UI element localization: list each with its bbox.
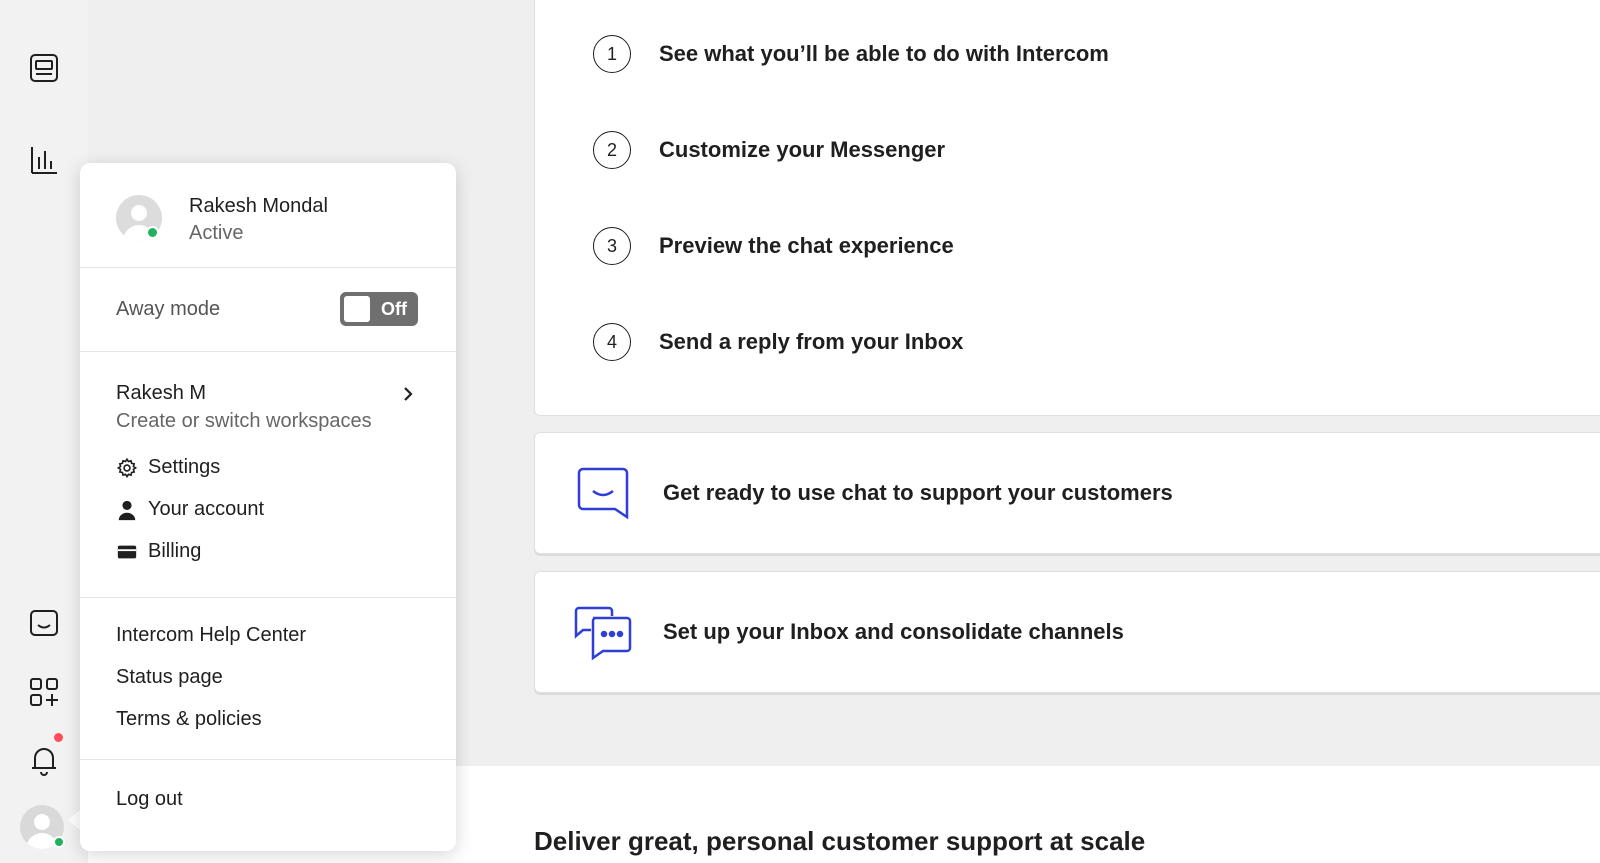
left-sidebar <box>0 0 88 863</box>
profile-name: Rakesh Mondal <box>189 195 328 217</box>
away-mode-toggle[interactable]: Off <box>340 292 418 326</box>
step-number: 1 <box>593 35 631 73</box>
away-mode-section: Away mode Off <box>80 268 456 352</box>
step-text: See what you’ll be able to do with Inter… <box>659 41 1109 66</box>
inbox-icon[interactable] <box>24 48 64 88</box>
menu-item-label: Your account <box>148 498 265 520</box>
workspace-switcher[interactable]: Rakesh M Create or switch workspaces <box>80 352 456 442</box>
account-menu: Rakesh Mondal Active Away mode Off Rakes… <box>80 163 456 851</box>
menu-item-billing[interactable]: Billing <box>116 540 201 563</box>
terms-policies-link[interactable]: Terms & policies <box>116 708 262 731</box>
profile-section: Rakesh Mondal Active <box>80 163 456 268</box>
task-text: Get ready to use chat to support your cu… <box>663 480 1173 505</box>
task-text: Set up your Inbox and consolidate channe… <box>663 619 1124 644</box>
status-page-link[interactable]: Status page <box>116 666 223 689</box>
workspace-name: Rakesh M <box>116 382 207 404</box>
step-number: 2 <box>593 131 631 169</box>
step-text: Preview the chat experience <box>659 233 954 258</box>
menu-item-settings[interactable]: Settings <box>116 456 220 479</box>
chat-smile-icon <box>573 463 633 523</box>
workspace-subtitle: Create or switch workspaces <box>116 410 372 432</box>
step-text: Customize your Messenger <box>659 137 946 162</box>
gear-icon <box>116 457 138 479</box>
away-mode-label: Away mode <box>116 298 221 320</box>
workspace-section: Rakesh M Create or switch workspaces Set… <box>80 352 456 598</box>
messenger-icon[interactable] <box>24 604 64 644</box>
user-icon <box>116 499 138 521</box>
step-item[interactable]: 3 Preview the chat experience <box>593 227 954 265</box>
notifications-icon[interactable] <box>24 740 64 780</box>
reports-icon[interactable] <box>24 140 64 180</box>
task-card-inbox[interactable]: Set up your Inbox and consolidate channe… <box>534 571 1600 693</box>
menu-item-your-account[interactable]: Your account <box>116 498 264 521</box>
help-section: Intercom Help Center Status page Terms &… <box>80 598 456 760</box>
logout-section: Log out <box>80 760 456 851</box>
step-item[interactable]: 1 See what you’ll be able to do with Int… <box>593 35 1109 73</box>
step-number: 3 <box>593 227 631 265</box>
online-status-dot <box>53 836 65 848</box>
task-card-chat[interactable]: Get ready to use chat to support your cu… <box>534 432 1600 554</box>
step-number: 4 <box>593 323 631 361</box>
step-item[interactable]: 4 Send a reply from your Inbox <box>593 323 963 361</box>
chevron-right-icon <box>404 387 413 401</box>
help-center-link[interactable]: Intercom Help Center <box>116 624 306 647</box>
toggle-text: Off <box>381 299 407 319</box>
step-item[interactable]: 2 Customize your Messenger <box>593 131 945 169</box>
menu-item-label: Billing <box>148 540 202 562</box>
onboarding-steps-card: 1 See what you’ll be able to do with Int… <box>534 0 1600 416</box>
notification-dot <box>54 733 63 742</box>
step-text: Send a reply from your Inbox <box>659 329 964 354</box>
chat-bubbles-icon <box>573 602 633 662</box>
online-status-dot <box>146 226 159 239</box>
apps-icon[interactable] <box>24 672 64 712</box>
menu-item-label: Settings <box>148 456 221 478</box>
toggle-knob <box>344 296 370 322</box>
profile-status: Active <box>189 222 244 244</box>
section-heading: Deliver great, personal customer support… <box>534 826 1146 856</box>
credit-card-icon <box>116 541 138 563</box>
logout-button[interactable]: Log out <box>116 788 183 811</box>
